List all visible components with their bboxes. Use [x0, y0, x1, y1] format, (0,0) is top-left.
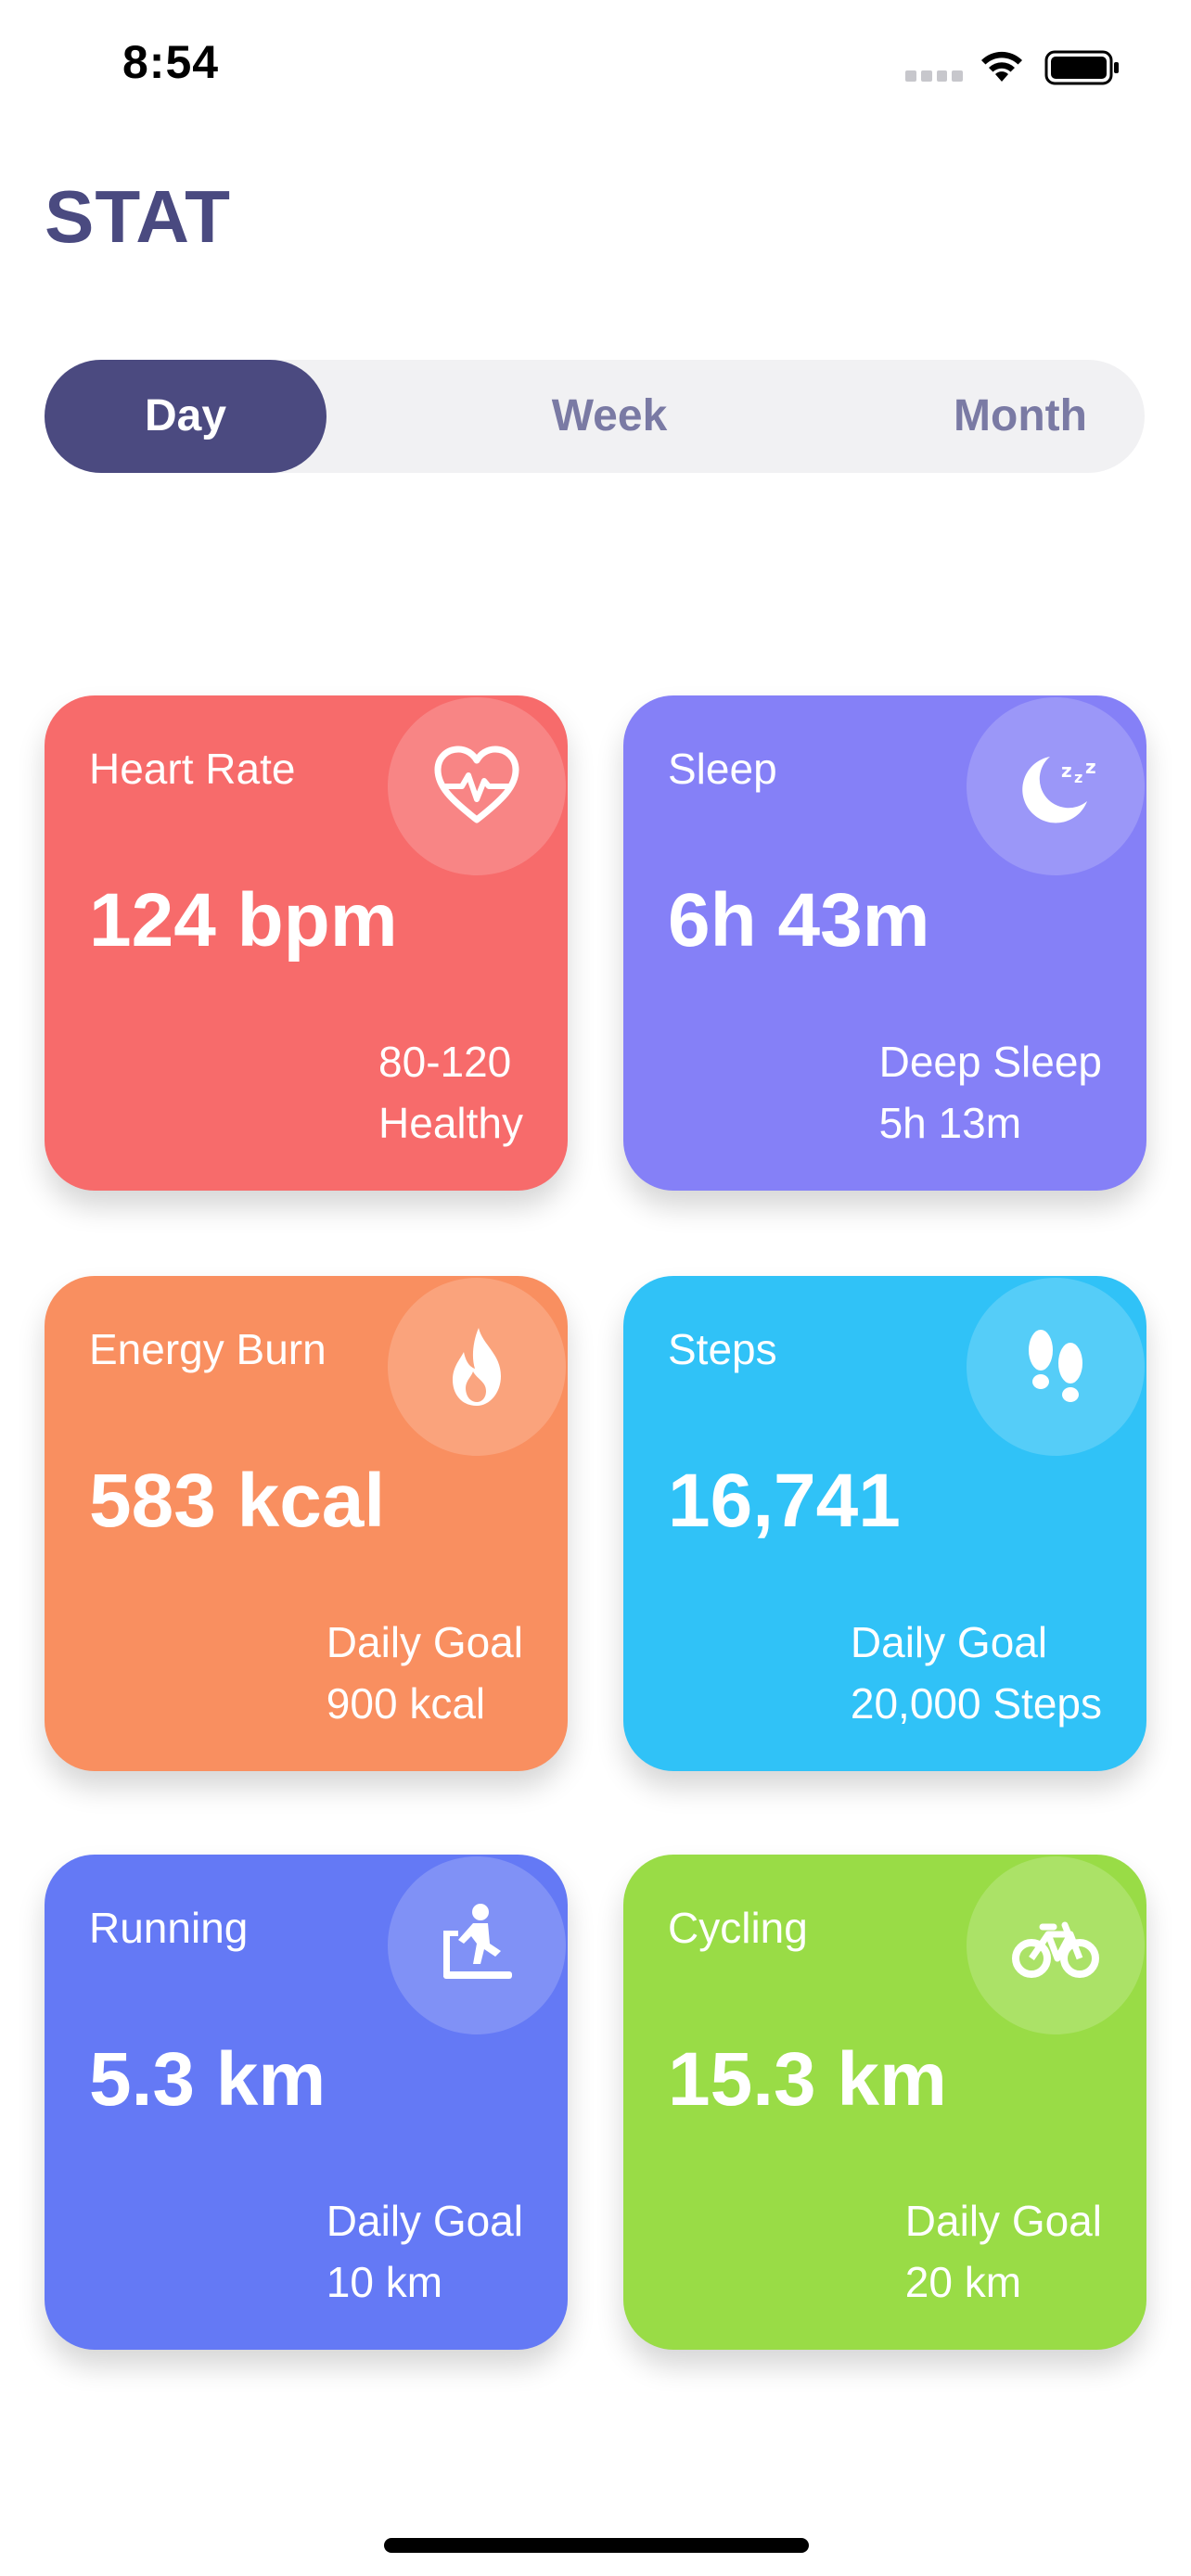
energy-burn-card[interactable]: Energy Burn 583 kcal Daily Goal 900 kcal	[45, 1276, 568, 1771]
card-sub-line2: Healthy	[378, 1099, 523, 1147]
card-subtext: Daily Goal 10 km	[327, 2190, 523, 2313]
card-value: 16,741	[668, 1459, 901, 1543]
card-value: 5.3 km	[89, 2037, 327, 2122]
svg-text:z: z	[1061, 759, 1072, 782]
wifi-icon	[981, 51, 1022, 82]
moon-icon: z z z	[967, 697, 1145, 875]
card-label: Running	[89, 1904, 249, 1952]
footsteps-icon	[967, 1278, 1145, 1456]
card-sub-line2: 20 km	[904, 2258, 1022, 2306]
card-sub-line2: 10 km	[326, 2258, 443, 2306]
home-indicator[interactable]	[384, 2538, 809, 2553]
card-sub-line1: Daily Goal	[850, 1618, 1048, 1666]
flame-icon	[388, 1278, 566, 1456]
running-card[interactable]: Running 5.3 km Daily Goal 10 km	[45, 1855, 568, 2350]
heart-rate-card[interactable]: Heart Rate 124 bpm 80-120 Healthy	[45, 695, 568, 1191]
card-value: 124 bpm	[89, 878, 398, 963]
card-label: Sleep	[668, 745, 777, 793]
status-bar: 8:54	[0, 0, 1191, 139]
card-sub-line1: Deep Sleep	[878, 1038, 1102, 1086]
card-label: Cycling	[668, 1904, 808, 1952]
period-segmented-control: Day Week Month	[45, 360, 1145, 473]
segment-week[interactable]: Week	[427, 360, 792, 473]
segment-month[interactable]: Month	[844, 360, 1191, 473]
cycling-card[interactable]: Cycling 15.3 km Daily Goal 20 km	[623, 1855, 1146, 2350]
card-subtext: Deep Sleep 5h 13m	[879, 1031, 1102, 1154]
card-sub-line2: 20,000 Steps	[850, 1679, 1102, 1728]
card-sub-line1: 80-120	[378, 1038, 512, 1086]
segment-day[interactable]: Day	[45, 360, 327, 473]
card-sub-line1: Daily Goal	[326, 2197, 523, 2245]
card-subtext: Daily Goal 20,000 Steps	[851, 1612, 1102, 1734]
heart-pulse-icon	[388, 697, 566, 875]
card-sub-line2: 900 kcal	[326, 1679, 486, 1728]
card-subtext: Daily Goal 20 km	[905, 2190, 1102, 2313]
card-sub-line1: Daily Goal	[326, 1618, 523, 1666]
card-value: 15.3 km	[668, 2037, 947, 2122]
card-subtext: 80-120 Healthy	[378, 1031, 523, 1154]
card-label: Energy Burn	[89, 1325, 327, 1373]
svg-text:z: z	[1085, 756, 1096, 778]
steps-card[interactable]: Steps 16,741 Daily Goal 20,000 Steps	[623, 1276, 1146, 1771]
card-sub-line1: Daily Goal	[904, 2197, 1102, 2245]
bicycle-icon	[967, 1856, 1145, 2034]
card-label: Heart Rate	[89, 745, 296, 793]
cellular-signal-icon	[905, 70, 963, 82]
battery-icon	[1044, 50, 1119, 85]
card-value: 583 kcal	[89, 1459, 386, 1543]
svg-text:z: z	[1074, 769, 1082, 786]
treadmill-icon	[388, 1856, 566, 2034]
card-label: Steps	[668, 1325, 777, 1373]
card-value: 6h 43m	[668, 878, 930, 963]
sleep-card[interactable]: Sleep 6h 43m Deep Sleep 5h 13m z z z	[623, 695, 1146, 1191]
card-subtext: Daily Goal 900 kcal	[327, 1612, 523, 1734]
page-title: STAT	[45, 175, 231, 258]
status-time: 8:54	[122, 36, 220, 88]
card-sub-line2: 5h 13m	[878, 1099, 1022, 1147]
